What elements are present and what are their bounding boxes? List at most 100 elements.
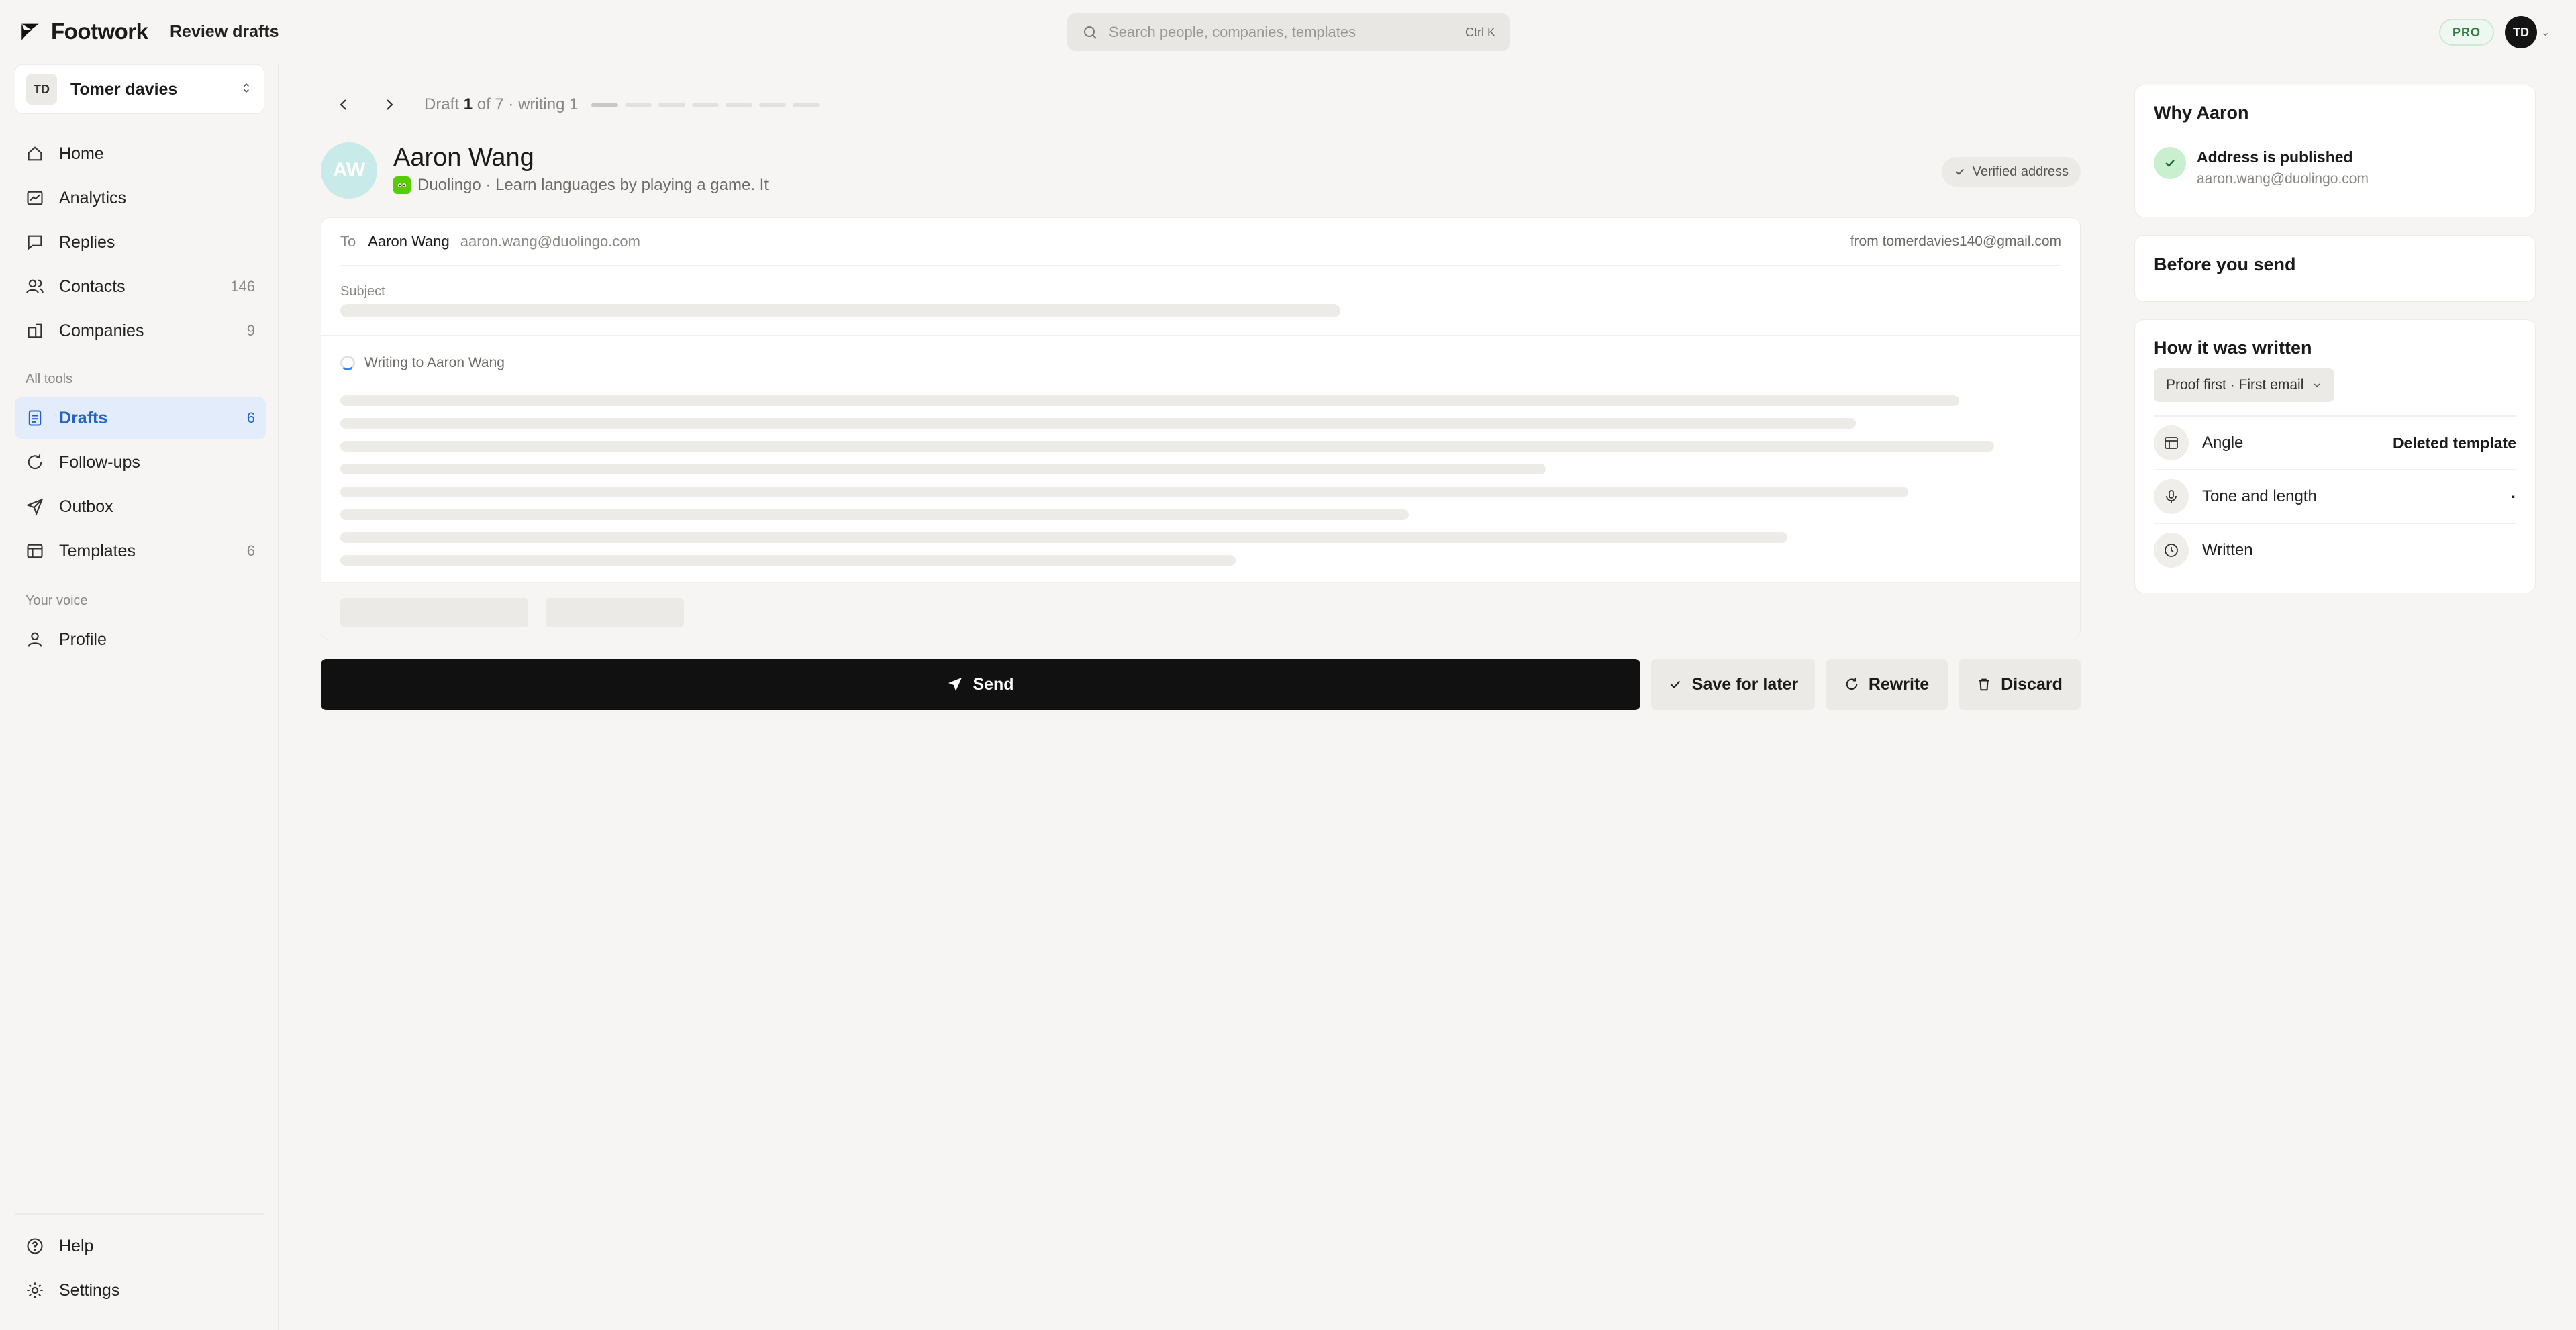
- sidebar-item-templates[interactable]: Templates 6: [15, 530, 266, 572]
- template-selector[interactable]: Proof first · First email: [2154, 368, 2335, 402]
- draft-position: Draft 1 of 7 · writing 1: [424, 95, 579, 113]
- company-description: Duolingo · Learn languages by playing a …: [417, 176, 769, 194]
- duolingo-logo-icon: [393, 176, 411, 194]
- sidebar-item-home[interactable]: Home: [15, 133, 266, 174]
- to-label: To: [340, 233, 356, 250]
- search-input[interactable]: [1109, 23, 1465, 41]
- user-avatar[interactable]: TD: [2505, 16, 2537, 48]
- progress-segment: [658, 103, 686, 107]
- subject-skeleton: [340, 304, 1340, 317]
- body-skeleton-line: [340, 487, 1908, 497]
- building-icon: [28, 323, 42, 338]
- search-shortcut: Ctrl K: [1465, 25, 1495, 39]
- sidebar-item-profile[interactable]: Profile: [15, 619, 266, 660]
- why-contact-panel: Why Aaron Address is published aaron.wan…: [2134, 85, 2536, 217]
- help-icon: [27, 1238, 43, 1254]
- sidebar-item-label: Follow-ups: [59, 452, 140, 472]
- global-search[interactable]: Ctrl K: [1067, 13, 1510, 51]
- microphone-icon: [2154, 479, 2189, 514]
- sidebar-item-companies[interactable]: Companies 9: [15, 310, 266, 352]
- sidebar-item-label: Profile: [59, 629, 107, 649]
- workspace-name: Tomer davies: [70, 79, 178, 99]
- document-icon: [28, 410, 42, 426]
- templates-count: 6: [246, 542, 255, 559]
- message-icon: [28, 235, 42, 250]
- plan-badge: PRO: [2439, 19, 2495, 46]
- template-icon: [27, 544, 43, 558]
- rewrite-button[interactable]: Rewrite: [1826, 659, 1948, 710]
- draft-pager: Draft 1 of 7 · writing 1: [330, 91, 820, 118]
- before-you-send-panel[interactable]: Before you send: [2134, 235, 2536, 302]
- previous-draft-button[interactable]: [330, 91, 357, 118]
- angle-value: Deleted template: [2392, 433, 2516, 452]
- user-icon: [28, 632, 42, 647]
- progress-segment: [692, 103, 720, 107]
- body-skeleton-line: [340, 418, 1856, 429]
- detail-row-angle: Angle Deleted template: [2154, 415, 2516, 469]
- next-draft-button[interactable]: [376, 91, 403, 118]
- users-icon: [26, 279, 44, 293]
- panel-title: Why Aaron: [2154, 103, 2249, 123]
- refresh-icon: [1846, 678, 1858, 690]
- top-bar: Footwork Review drafts Ctrl K PRO TD ⌄: [0, 0, 2576, 64]
- check-icon: [1670, 680, 1681, 689]
- detail-row-written: Written: [2154, 523, 2516, 576]
- body-skeleton-line: [340, 395, 1959, 406]
- sender-address[interactable]: from tomerdavies140@gmail.com: [1850, 234, 2061, 250]
- home-icon: [28, 146, 42, 161]
- sidebar-item-analytics[interactable]: Analytics: [15, 177, 266, 219]
- sidebar-item-label: Outbox: [59, 497, 113, 516]
- body-skeleton-line: [340, 509, 1409, 520]
- body-skeleton-line: [340, 555, 1236, 566]
- reason-title: Address is published: [2197, 148, 2353, 166]
- subject-divider: [321, 335, 2080, 336]
- recipient-row: To Aaron Wang aaron.wang@duolingo.com fr…: [340, 218, 2061, 266]
- sidebar-item-contacts[interactable]: Contacts 146: [15, 266, 266, 307]
- sidebar-item-drafts[interactable]: Drafts 6: [15, 397, 266, 439]
- draft-card-footer: [321, 582, 2080, 640]
- sidebar-item-label: Templates: [59, 541, 136, 560]
- send-button[interactable]: Send: [321, 659, 1640, 710]
- footer-skeleton: [340, 598, 528, 627]
- contact-name: Aaron Wang: [393, 144, 534, 172]
- contact-header: AW Aaron Wang Duolingo · Learn languages…: [321, 142, 2081, 203]
- sidebar-item-label: Help: [59, 1236, 94, 1256]
- clock-icon: [2154, 533, 2189, 568]
- body-skeleton-line: [340, 441, 1994, 452]
- app-name: Footwork: [51, 19, 148, 44]
- discard-button[interactable]: Discard: [1959, 659, 2081, 710]
- sidebar: TD Tomer davies Home Analytics Replies C…: [0, 64, 279, 1330]
- sidebar-item-label: Analytics: [59, 188, 127, 207]
- sidebar-item-label: Settings: [59, 1280, 120, 1300]
- refresh-icon: [28, 454, 42, 470]
- save-for-later-button[interactable]: Save for later: [1651, 659, 1815, 710]
- loading-spinner-icon: [340, 356, 355, 370]
- sidebar-item-replies[interactable]: Replies: [15, 221, 266, 263]
- progress-segment: [726, 103, 753, 107]
- sidebar-item-help[interactable]: Help: [15, 1225, 266, 1267]
- app-logo[interactable]: Footwork: [19, 19, 148, 44]
- sidebar-item-outbox[interactable]: Outbox: [15, 486, 266, 527]
- panel-title: Before you send: [2154, 254, 2296, 274]
- contact-avatar: AW: [321, 142, 377, 199]
- how-it-was-written-panel: How it was written Proof first · First e…: [2134, 319, 2536, 593]
- sidebar-item-follow-ups[interactable]: Follow-ups: [15, 442, 266, 483]
- email-draft-card: To Aaron Wang aaron.wang@duolingo.com fr…: [321, 217, 2081, 640]
- progress-segment: [793, 103, 820, 107]
- draft-actions: Send Save for later Rewrite Discard: [321, 659, 2081, 710]
- footwork-logo-icon: [21, 23, 39, 40]
- recipient-email: aaron.wang@duolingo.com: [460, 233, 640, 250]
- workspace-switcher[interactable]: TD Tomer davies: [15, 64, 264, 114]
- sidebar-item-settings[interactable]: Settings: [15, 1270, 266, 1311]
- recipient-name: Aaron Wang: [368, 233, 450, 250]
- companies-count: 9: [246, 322, 255, 339]
- layout-icon: [2154, 425, 2189, 460]
- panel-title: How it was written: [2154, 338, 2312, 358]
- detail-row-tone: Tone and length ·: [2154, 469, 2516, 523]
- footer-skeleton: [546, 598, 684, 627]
- chevron-down-icon: [2314, 383, 2320, 388]
- body-skeleton-line: [340, 532, 1787, 543]
- account-menu-caret[interactable]: ⌄: [2541, 25, 2550, 39]
- gear-icon: [27, 1282, 43, 1298]
- progress-segment: [625, 103, 652, 107]
